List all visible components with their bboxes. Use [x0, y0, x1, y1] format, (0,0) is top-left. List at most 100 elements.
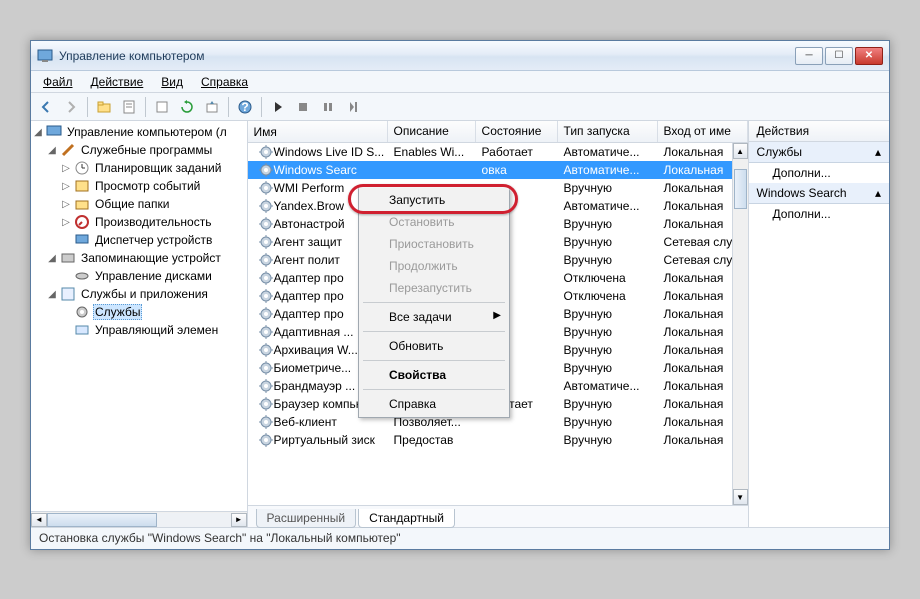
service-gear-icon	[258, 180, 274, 196]
menu-action[interactable]: Действие	[83, 73, 152, 91]
tree-system-tools[interactable]: ◢Служебные программы	[31, 141, 247, 159]
gear-icon	[74, 304, 90, 320]
minimize-button[interactable]: ─	[795, 47, 823, 65]
nav-forward-button[interactable]	[60, 96, 82, 118]
tree-task-scheduler[interactable]: ▷Планировщик заданий	[31, 159, 247, 177]
storage-icon	[60, 250, 76, 266]
tab-standard[interactable]: Стандартный	[358, 509, 455, 528]
menu-properties[interactable]: Свойства	[361, 364, 507, 386]
service-gear-icon	[258, 360, 274, 376]
service-startup: Вручную	[558, 433, 658, 447]
properties-icon[interactable]	[118, 96, 140, 118]
service-startup: Вручную	[558, 325, 658, 339]
column-name[interactable]: Имя	[248, 121, 388, 142]
context-menu: Запустить Остановить Приостановить Продо…	[358, 186, 510, 418]
start-service-icon[interactable]	[267, 96, 289, 118]
menu-help[interactable]: Справка	[361, 393, 507, 415]
shared-folder-icon	[74, 196, 90, 212]
toolbar: ?	[31, 93, 889, 121]
disk-icon	[74, 268, 90, 284]
column-description[interactable]: Описание	[388, 121, 476, 142]
maximize-button[interactable]: ☐	[825, 47, 853, 65]
tree-services[interactable]: Службы	[31, 303, 247, 321]
service-name: Веб-клиент	[274, 415, 337, 429]
list-header: Имя Описание Состояние Тип запуска Вход …	[248, 121, 748, 143]
service-gear-icon	[258, 144, 274, 160]
service-gear-icon	[258, 198, 274, 214]
service-startup: Автоматиче...	[558, 199, 658, 213]
service-state: овка	[476, 163, 558, 177]
tree-services-apps[interactable]: ◢Службы и приложения	[31, 285, 247, 303]
menu-refresh[interactable]: Обновить	[361, 335, 507, 357]
navigation-tree[interactable]: ◢Управление компьютером (л ◢Служебные пр…	[31, 121, 248, 527]
submenu-arrow-icon: ▶	[493, 310, 501, 321]
menubar: Файл Действие Вид Справка	[31, 71, 889, 93]
actions-panel: Действия Службы▴ Дополни... Windows Sear…	[749, 121, 889, 527]
service-state: Работает	[476, 145, 558, 159]
actions-more-services[interactable]: Дополни...	[749, 163, 889, 183]
tab-extended[interactable]: Расширенный	[256, 509, 357, 528]
close-button[interactable]: ✕	[855, 47, 883, 65]
service-startup: Отключена	[558, 271, 658, 285]
export-list-icon[interactable]	[151, 96, 173, 118]
service-gear-icon	[258, 432, 274, 448]
service-gear-icon	[258, 216, 274, 232]
service-row[interactable]: Риртуальный зискПредоставВручнуюЛокальна…	[248, 431, 748, 449]
service-gear-icon	[258, 288, 274, 304]
menu-restart: Перезапустить	[361, 277, 507, 299]
pause-service-icon[interactable]	[317, 96, 339, 118]
tree-device-manager[interactable]: Диспетчер устройств	[31, 231, 247, 249]
scroll-down-arrow[interactable]: ▼	[733, 489, 748, 505]
tree-storage[interactable]: ◢Запоминающие устройст	[31, 249, 247, 267]
scroll-thumb[interactable]	[734, 169, 747, 209]
service-name: Архивация W...	[274, 343, 358, 357]
service-name: WMI Perform	[274, 181, 345, 195]
tree-disk-management[interactable]: Управление дисками	[31, 267, 247, 285]
event-icon	[74, 178, 90, 194]
export-icon[interactable]	[201, 96, 223, 118]
service-startup: Отключена	[558, 289, 658, 303]
tree-wmi-control[interactable]: Управляющий элемен	[31, 321, 247, 339]
nav-back-button[interactable]	[35, 96, 57, 118]
actions-group-windows-search[interactable]: Windows Search▴	[749, 183, 889, 204]
folder-icon[interactable]	[93, 96, 115, 118]
service-startup: Вручную	[558, 253, 658, 267]
scroll-left-arrow[interactable]: ◄	[31, 513, 47, 527]
service-row[interactable]: Windows Live ID S...Enables Wi...Работае…	[248, 143, 748, 161]
refresh-icon[interactable]	[176, 96, 198, 118]
service-startup: Вручную	[558, 217, 658, 231]
column-startup-type[interactable]: Тип запуска	[558, 121, 658, 142]
service-name: Риртуальный зиск	[274, 433, 375, 447]
scroll-up-arrow[interactable]: ▲	[733, 143, 748, 159]
restart-service-icon[interactable]	[342, 96, 364, 118]
column-state[interactable]: Состояние	[476, 121, 558, 142]
menu-view[interactable]: Вид	[153, 73, 191, 91]
actions-group-services[interactable]: Службы▴	[749, 142, 889, 163]
help-icon[interactable]: ?	[234, 96, 256, 118]
tree-performance[interactable]: ▷Производительность	[31, 213, 247, 231]
service-name: Адаптер про	[274, 289, 344, 303]
menu-file[interactable]: Файл	[35, 73, 81, 91]
service-row[interactable]: Windows SearcовкаАвтоматиче...Локальная	[248, 161, 748, 179]
tree-event-viewer[interactable]: ▷Просмотр событий	[31, 177, 247, 195]
stop-service-icon[interactable]	[292, 96, 314, 118]
tree-horizontal-scrollbar[interactable]: ◄ ►	[31, 511, 247, 527]
actions-more-windows-search[interactable]: Дополни...	[749, 204, 889, 224]
statusbar: Остановка службы "Windows Search" на "Ло…	[31, 527, 889, 549]
tree-shared-folders[interactable]: ▷Общие папки	[31, 195, 247, 213]
column-logon-as[interactable]: Вход от име	[658, 121, 748, 142]
menu-help[interactable]: Справка	[193, 73, 256, 91]
list-vertical-scrollbar[interactable]: ▲ ▼	[732, 143, 748, 505]
scroll-right-arrow[interactable]: ►	[231, 513, 247, 527]
service-gear-icon	[258, 234, 274, 250]
titlebar[interactable]: Управление компьютером ─ ☐ ✕	[31, 41, 889, 71]
scroll-thumb[interactable]	[47, 513, 157, 527]
performance-icon	[74, 214, 90, 230]
tree-root[interactable]: ◢Управление компьютером (л	[31, 123, 247, 141]
service-name: Адаптивная ...	[274, 325, 354, 339]
actions-header: Действия	[749, 121, 889, 142]
menu-resume: Продолжить	[361, 255, 507, 277]
menu-all-tasks[interactable]: Все задачи▶	[361, 306, 507, 328]
service-startup: Вручную	[558, 181, 658, 195]
menu-start[interactable]: Запустить	[361, 189, 507, 211]
